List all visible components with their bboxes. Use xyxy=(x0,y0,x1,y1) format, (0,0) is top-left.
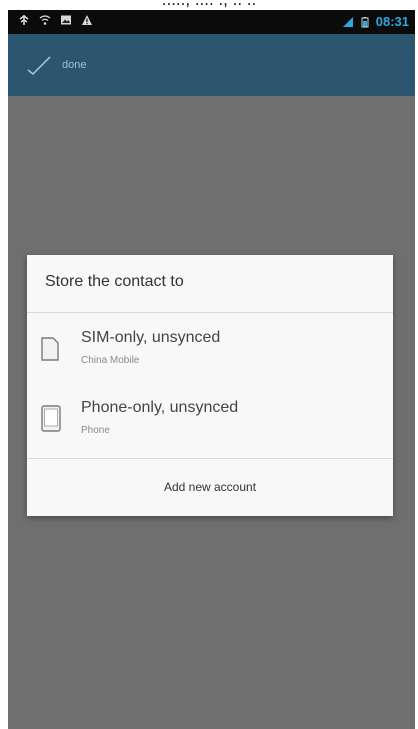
account-name: Phone-only, unsynced xyxy=(81,399,239,416)
battery-icon xyxy=(361,16,369,27)
sim-card-icon xyxy=(41,337,59,361)
dialog-title: Store the contact to xyxy=(45,273,184,290)
done-label: DONE xyxy=(62,59,87,71)
signal-icon xyxy=(342,16,353,27)
divider xyxy=(27,312,393,313)
account-name: SIM-only, unsynced xyxy=(81,329,221,346)
done-button[interactable]: DONE xyxy=(26,55,86,75)
phone-screen: 08:31 DONE Store the contact to SIM-only… xyxy=(8,10,415,729)
clock: 08:31 xyxy=(375,14,409,29)
add-new-account-button[interactable]: Add new account xyxy=(27,459,393,516)
usb-icon xyxy=(19,15,29,25)
account-type: Phone xyxy=(81,425,110,436)
checkmark-icon xyxy=(27,56,51,75)
action-bar: DONE xyxy=(8,34,415,96)
image-icon xyxy=(61,15,71,25)
account-option-sim[interactable]: SIM-only, unsynced China Mobile xyxy=(27,317,393,383)
store-contact-dialog: Store the contact to SIM-only, unsynced … xyxy=(27,255,393,516)
phone-icon xyxy=(41,405,61,432)
status-bar: 08:31 xyxy=(8,10,415,34)
warning-icon xyxy=(82,15,92,25)
account-option-phone[interactable]: Phone-only, unsynced Phone xyxy=(27,387,393,453)
account-type: China Mobile xyxy=(81,355,140,366)
wifi-icon xyxy=(39,15,51,25)
cropped-caption: ....., .... ., .. .. xyxy=(0,0,418,10)
